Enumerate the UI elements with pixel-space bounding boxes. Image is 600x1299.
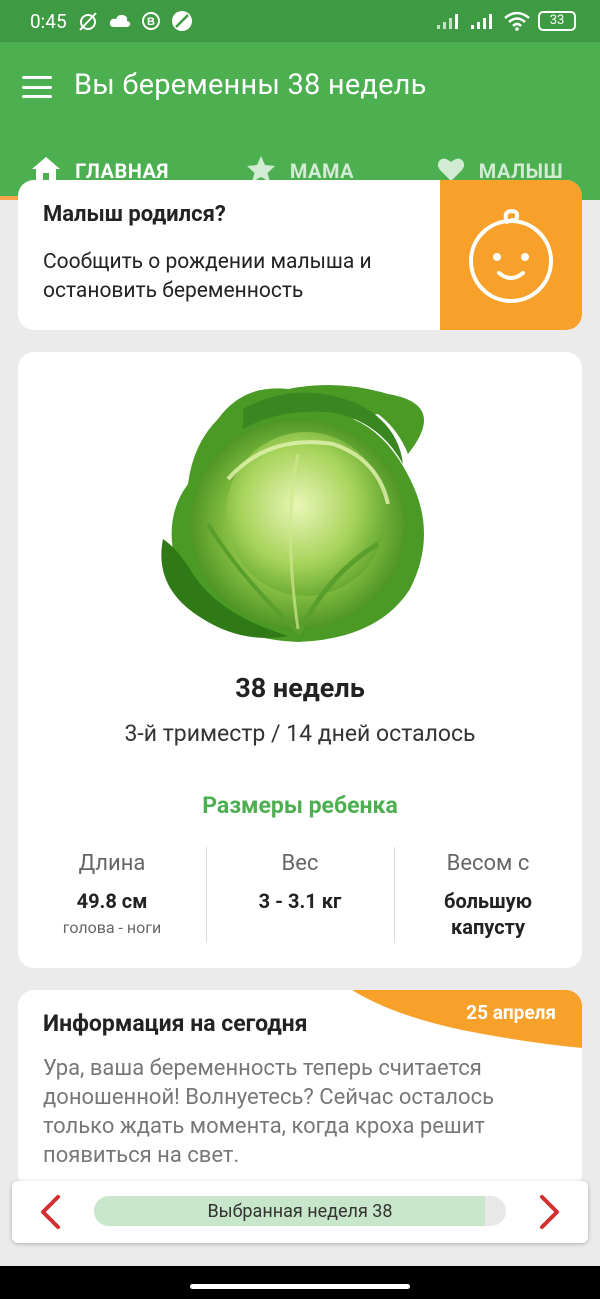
system-nav-bar [0, 1266, 600, 1299]
selected-week-label: Выбранная неделя 38 [207, 1200, 393, 1222]
chevron-left-icon [41, 1195, 60, 1229]
week-subtitle: 3-й триместр / 14 дней осталось [124, 720, 476, 747]
size-label: Весом с [446, 851, 530, 876]
info-text: Ура, ваша беременность теперь считается … [43, 1056, 495, 1168]
signal-icon [470, 12, 496, 30]
baby-sizes: Длина 49.8 см голова - ноги Вес 3 - 3.1 … [18, 847, 582, 943]
week-progress-bar[interactable]: Выбранная неделя 38 [94, 1196, 506, 1226]
app-bar: Вы беременны 38 недель ГЛАВНАЯ МАМА МАЛЫ… [0, 42, 600, 200]
date-label: 25 апреля [466, 1001, 556, 1024]
info-heading: Информация на сегодня [43, 1010, 308, 1037]
size-comparison: Весом с большую капусту [394, 847, 582, 943]
muted-alarm-icon [77, 10, 99, 32]
baby-born-text: Сообщить о рождении малыша и остановить … [43, 250, 372, 303]
size-value: большую капусту [444, 889, 532, 939]
baby-born-heading: Малыш родился? [43, 202, 226, 227]
status-bar: 0:45 B 33 [0, 0, 600, 42]
info-card[interactable]: 25 апреля Информация на сегодня Ура, ваш… [18, 990, 582, 1190]
date-badge: 25 апреля [352, 990, 582, 1050]
week-title: 38 недель [235, 672, 365, 704]
hamburger-menu-icon[interactable] [22, 72, 52, 102]
cloud-icon [109, 13, 131, 29]
size-note: голова - ноги [62, 918, 162, 937]
gesture-handle[interactable] [190, 1284, 410, 1289]
size-label: Вес [281, 851, 319, 876]
chevron-right-icon [540, 1195, 559, 1229]
size-value: 49.8 см [76, 889, 148, 913]
previous-week-button[interactable] [32, 1193, 68, 1231]
b-circle-icon: B [141, 11, 161, 31]
status-time: 0:45 [30, 9, 67, 33]
page-title: Вы беременны 38 недель [74, 68, 427, 102]
size-length: Длина 49.8 см голова - ноги [18, 847, 206, 943]
week-card: 38 недель 3-й триместр / 14 дней осталос… [18, 352, 582, 968]
baby-born-button[interactable] [440, 180, 582, 330]
wifi-icon [504, 11, 530, 31]
cabbage-image [161, 385, 424, 642]
baby-born-card[interactable]: Малыш родился? Сообщить о рождении малыш… [18, 180, 582, 330]
signal-icon [436, 12, 462, 30]
week-selector: Выбранная неделя 38 [12, 1181, 588, 1243]
size-label: Длина [78, 851, 146, 876]
size-value: 3 - 3.1 кг [258, 889, 342, 913]
battery-icon: 33 [538, 11, 576, 31]
size-weight: Вес 3 - 3.1 кг [206, 847, 394, 943]
leaf-icon [171, 10, 193, 32]
next-week-button[interactable] [532, 1193, 568, 1231]
baby-face-icon [469, 208, 553, 303]
baby-sizes-title: Размеры ребенка [202, 792, 398, 819]
svg-text:B: B [147, 16, 155, 28]
